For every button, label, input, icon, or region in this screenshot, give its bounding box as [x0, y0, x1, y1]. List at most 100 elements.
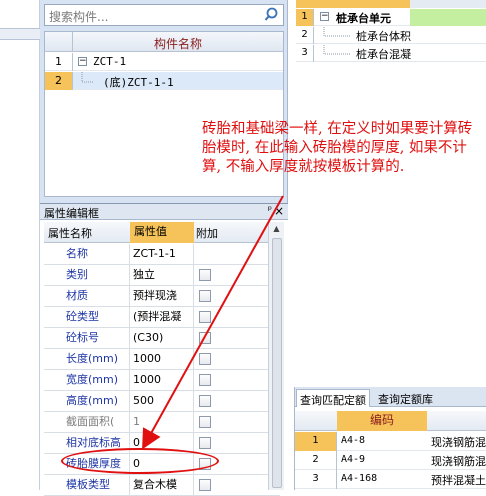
property-extra-cell: [194, 307, 230, 328]
left-panel: [0, 0, 40, 490]
search-icon[interactable]: [263, 6, 281, 24]
tab-quota-library[interactable]: 查询定额库: [375, 389, 436, 407]
attach-checkbox[interactable]: [199, 311, 211, 323]
pin-icon[interactable]: ᵖ: [268, 205, 272, 216]
tree-header-label: 构件名称: [153, 37, 202, 51]
attach-checkbox[interactable]: [199, 353, 211, 365]
property-name: 模板类型: [44, 475, 130, 496]
property-row[interactable]: 宽度(mm) 1000: [44, 370, 280, 391]
property-extra-cell: [194, 370, 230, 391]
property-row[interactable]: 名称 ZCT-1-1: [44, 244, 280, 265]
search-box[interactable]: 搜索构件...: [44, 4, 284, 26]
property-row[interactable]: 砼类型 (预拌混凝: [44, 307, 280, 328]
grid-row-highlight: [410, 9, 486, 26]
property-row[interactable]: 材质 预拌现浇: [44, 286, 280, 307]
scroll-up-icon[interactable]: ▲: [271, 224, 282, 234]
row-number: 1: [45, 53, 73, 71]
grid-item-label: 桩承台体积: [356, 30, 411, 43]
property-header: 属性名称 属性值 附加: [44, 222, 280, 243]
attach-checkbox[interactable]: [199, 395, 211, 407]
property-value[interactable]: (C30): [130, 328, 194, 349]
attach-checkbox[interactable]: [199, 374, 211, 386]
attach-checkbox[interactable]: [199, 437, 211, 449]
property-name-header: 属性名称: [48, 227, 92, 240]
attach-checkbox[interactable]: [199, 416, 211, 428]
property-scrollbar[interactable]: ▲: [268, 222, 284, 490]
scrollbar-thumb[interactable]: [272, 238, 282, 488]
grid-item-label: 桩承台单元: [336, 12, 391, 25]
tree-header-corner: [45, 32, 73, 52]
property-value[interactable]: 1000: [130, 349, 194, 370]
property-value[interactable]: (预拌混凝: [130, 307, 194, 328]
row-number: 1: [296, 9, 314, 26]
property-editor-title: 属性编辑框: [44, 207, 99, 220]
attach-checkbox[interactable]: [199, 479, 211, 491]
quota-code-header: 编码: [337, 411, 427, 431]
tree-connector-icon: [81, 72, 94, 83]
row-number: 3: [296, 45, 314, 62]
row-number: 2: [295, 451, 337, 470]
property-extra-cell: [194, 391, 230, 412]
quantity-grid: 1 − 桩承台单元 2 桩承台体积 3 桩承台混凝: [288, 0, 486, 380]
property-name: 砼类型: [44, 307, 130, 328]
tree-connector-icon: [323, 27, 350, 37]
property-row[interactable]: 高度(mm) 500: [44, 391, 280, 412]
quota-row[interactable]: 2 A4-9 现浇钢筋混: [295, 451, 486, 470]
property-name: 砼标号: [44, 328, 130, 349]
property-extra-header: 附加: [196, 227, 218, 240]
grid-row[interactable]: 2 桩承台体积: [296, 27, 486, 44]
property-extra-cell: [194, 433, 230, 454]
row-number: 2: [296, 27, 314, 44]
property-extra-cell: [194, 286, 230, 307]
collapse-icon[interactable]: −: [78, 57, 87, 66]
quota-name: 现浇钢筋混: [431, 436, 486, 449]
close-icon[interactable]: ×: [274, 204, 284, 218]
quota-tabs: 查询匹配定额 查询定额库: [295, 387, 486, 407]
property-name: 名称: [44, 244, 130, 265]
grid-row[interactable]: 3 桩承台混凝: [296, 45, 486, 62]
property-extra-cell: [194, 265, 230, 286]
tab-match-quota[interactable]: 查询匹配定额: [296, 389, 370, 407]
row-number: 1: [295, 432, 337, 451]
property-row[interactable]: 砼标号 (C30): [44, 328, 280, 349]
property-name: 宽度(mm): [44, 370, 130, 391]
quota-code: A4-168: [341, 473, 378, 484]
property-value[interactable]: 复合木模: [130, 475, 194, 496]
property-extra-cell: [194, 328, 230, 349]
property-extra-cell: [194, 349, 230, 370]
tree-connector-icon: [323, 45, 350, 55]
property-row[interactable]: 模板类型 复合木模: [44, 475, 280, 496]
quota-row[interactable]: 3 A4-168 预拌混凝土: [295, 470, 486, 489]
tree-item-label: ZCT-1: [93, 55, 127, 68]
property-value[interactable]: 独立: [130, 265, 194, 286]
property-row[interactable]: 长度(mm) 1000: [44, 349, 280, 370]
quota-row-selected[interactable]: 1 A4-8 现浇钢筋混: [295, 432, 486, 451]
property-value: 1: [130, 412, 194, 433]
highlight-ellipse: [61, 448, 219, 474]
property-row[interactable]: 类别 独立: [44, 265, 280, 286]
property-name: 材质: [44, 286, 130, 307]
attach-checkbox[interactable]: [199, 290, 211, 302]
property-value[interactable]: ZCT-1-1: [130, 244, 194, 265]
property-name: 类别: [44, 265, 130, 286]
tree-row[interactable]: 1 − ZCT-1: [45, 53, 283, 71]
tree-row-selected[interactable]: 2 (底)ZCT-1-1: [45, 72, 283, 90]
property-value[interactable]: 1000: [130, 370, 194, 391]
tree-header: 构件名称: [45, 32, 283, 52]
property-editor-titlebar: 属性编辑框 ᵖ ×: [40, 204, 288, 220]
quota-header: 编码: [295, 411, 486, 431]
property-name: 长度(mm): [44, 349, 130, 370]
grid-row-selected[interactable]: 1 − 桩承台单元: [296, 9, 486, 26]
collapse-icon[interactable]: −: [320, 12, 329, 21]
property-name: 截面面积(: [44, 412, 130, 433]
attach-checkbox[interactable]: [199, 332, 211, 344]
search-input[interactable]: 搜索构件...: [49, 8, 108, 25]
attach-checkbox[interactable]: [199, 269, 211, 281]
row-number: 2: [45, 72, 73, 90]
property-row[interactable]: 截面面积(1: [44, 412, 280, 433]
annotation-text: 砖胎和基础梁一样, 在定义时如果要计算砖胎模时, 在此输入砖胎模的厚度, 如果不…: [202, 121, 473, 175]
property-value[interactable]: 预拌现浇: [130, 286, 194, 307]
row-number: 3: [295, 470, 337, 489]
quota-code: A4-9: [341, 454, 366, 465]
property-value[interactable]: 500: [130, 391, 194, 412]
